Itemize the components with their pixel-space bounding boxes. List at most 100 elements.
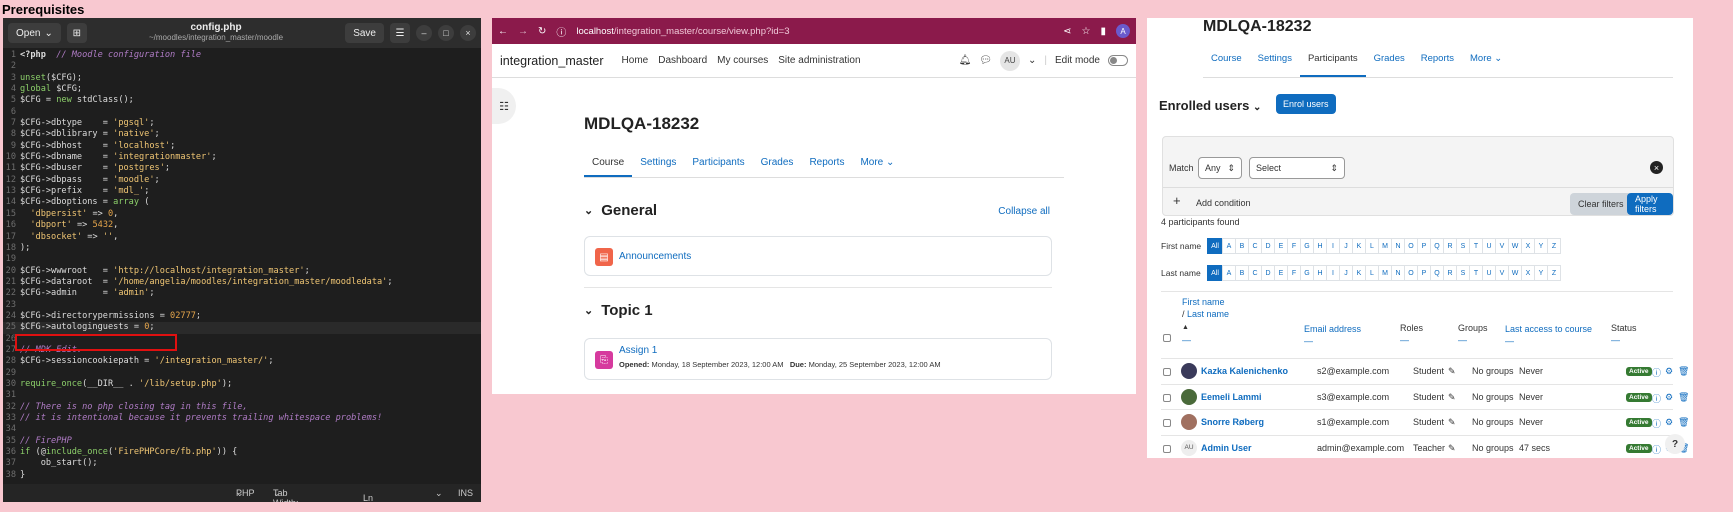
initial-letter[interactable]: J <box>1339 238 1353 254</box>
initial-letter[interactable]: N <box>1391 265 1405 281</box>
initial-letter[interactable]: C <box>1248 265 1262 281</box>
row-checkbox[interactable] <box>1163 368 1171 376</box>
initial-letter[interactable]: I <box>1326 265 1340 281</box>
code-line[interactable]: 12 $CFG->dbpass = 'moodle'; <box>3 175 481 186</box>
code-line[interactable]: 8 $CFG->dblibrary = 'native'; <box>3 129 481 140</box>
code-line[interactable]: 7 $CFG->dbtype = 'pgsql'; <box>3 118 481 129</box>
tab-grades[interactable]: Grades <box>1366 48 1413 77</box>
tab-participants[interactable]: Participants <box>684 152 752 177</box>
initial-letter[interactable]: X <box>1521 238 1535 254</box>
plus-icon[interactable]: + <box>1173 193 1181 208</box>
initial-letter[interactable]: D <box>1261 265 1275 281</box>
nav-my-courses[interactable]: My courses <box>717 55 768 66</box>
code-line[interactable]: 24 $CFG->directorypermissions = 02777; <box>3 311 481 322</box>
section-general[interactable]: ⌄ General <box>584 202 657 219</box>
code-area[interactable]: 1 <?php // Moodle configuration file 2 3 uns… <box>3 48 481 484</box>
code-line[interactable]: 9 $CFG->dbhost = 'localhost'; <box>3 141 481 152</box>
clear-filters-button[interactable]: Clear filters <box>1570 193 1632 215</box>
email-column-header[interactable]: Email address — <box>1304 323 1361 347</box>
initial-letter[interactable]: F <box>1287 265 1301 281</box>
code-line[interactable]: 17 'dbsocket' => '', <box>3 232 481 243</box>
chat-icon[interactable]: 💬︎ <box>979 55 992 66</box>
trash-icon[interactable]: 🗑︎ <box>1678 392 1689 403</box>
code-line[interactable]: 31 <box>3 390 481 401</box>
initial-letter[interactable]: Y <box>1534 238 1548 254</box>
pencil-icon[interactable]: ✎ <box>1448 366 1456 377</box>
code-line[interactable]: 33 // it is intentional because it preven… <box>3 413 481 424</box>
code-line[interactable]: 22 $CFG->admin = 'admin'; <box>3 288 481 299</box>
trash-icon[interactable]: 🗑︎ <box>1678 366 1689 377</box>
initial-letter[interactable]: R <box>1443 265 1457 281</box>
code-line[interactable]: 6 <box>3 107 481 118</box>
initial-letter[interactable]: H <box>1313 238 1327 254</box>
bell-icon[interactable]: 🔔︎ <box>959 55 972 66</box>
nav-site-administration[interactable]: Site administration <box>778 55 860 66</box>
tab-grades[interactable]: Grades <box>753 152 802 177</box>
code-line[interactable]: 14 $CFG->dboptions = array ( <box>3 197 481 208</box>
pencil-icon[interactable]: ✎ <box>1448 443 1456 454</box>
initial-letter[interactable]: A <box>1222 265 1236 281</box>
initial-all[interactable]: All <box>1207 238 1223 254</box>
filter-type-select[interactable]: Select ⇕ <box>1249 157 1345 179</box>
tab-course[interactable]: Course <box>584 152 633 177</box>
participant-name-link[interactable]: Admin User <box>1201 443 1252 453</box>
profile-avatar[interactable]: A <box>1116 24 1130 38</box>
reload-icon[interactable]: ↻ <box>538 26 546 37</box>
initial-letter[interactable]: D <box>1261 238 1275 254</box>
close-icon[interactable]: × <box>460 25 476 41</box>
code-line[interactable]: 5 $CFG = new stdClass(); <box>3 95 481 106</box>
initial-letter[interactable]: S <box>1456 265 1470 281</box>
url-bar[interactable]: localhost/integration_master/course/view… <box>576 26 1053 37</box>
course-index-icon[interactable]: ☷ <box>492 88 516 124</box>
code-line[interactable]: 13 $CFG->prefix = 'mdl_'; <box>3 186 481 197</box>
tab-more[interactable]: More ⌄ <box>852 152 902 177</box>
nav-home[interactable]: Home <box>622 55 649 66</box>
row-checkbox[interactable] <box>1163 419 1171 427</box>
add-condition-link[interactable]: Add condition <box>1196 198 1251 208</box>
code-line[interactable]: 23 <box>3 300 481 311</box>
initial-letter[interactable]: M <box>1378 265 1392 281</box>
initial-letter[interactable]: R <box>1443 238 1457 254</box>
chevron-down-icon[interactable]: ⌄ <box>1028 55 1036 66</box>
row-checkbox[interactable] <box>1163 444 1171 453</box>
initial-letter[interactable]: S <box>1456 238 1470 254</box>
initial-letter[interactable]: T <box>1469 238 1483 254</box>
code-line[interactable]: 10 $CFG->dbname = 'integrationmaster'; <box>3 152 481 163</box>
announcements-link[interactable]: Announcements <box>619 251 691 262</box>
minimize-icon[interactable]: – <box>416 25 432 41</box>
gear-icon[interactable]: ⚙ <box>1665 366 1673 377</box>
initial-letter[interactable]: P <box>1417 238 1431 254</box>
gear-icon[interactable]: ⚙ <box>1665 392 1673 403</box>
tab-reports[interactable]: Reports <box>1413 48 1462 77</box>
select-all-checkbox[interactable] <box>1163 334 1171 342</box>
code-line[interactable]: 34 <box>3 424 481 435</box>
save-button[interactable]: Save <box>345 23 384 43</box>
apply-filters-button[interactable]: Apply filters <box>1627 193 1673 215</box>
initial-letter[interactable]: P <box>1417 265 1431 281</box>
help-icon[interactable]: ? <box>1665 434 1685 454</box>
code-line[interactable]: 29 <box>3 368 481 379</box>
initial-letter[interactable]: Z <box>1547 265 1561 281</box>
code-line[interactable]: 19 <box>3 254 481 265</box>
sort-first-name-link[interactable]: First name <box>1182 297 1225 307</box>
edit-mode-toggle[interactable] <box>1108 55 1128 66</box>
enrol-users-button[interactable]: Enrol users <box>1276 94 1336 114</box>
code-line[interactable]: 3 unset($CFG); <box>3 73 481 84</box>
initial-letter[interactable]: B <box>1235 238 1249 254</box>
site-name[interactable]: integration_master <box>500 54 604 68</box>
initial-letter[interactable]: W <box>1508 265 1522 281</box>
section-topic-1[interactable]: ⌄ Topic 1 <box>584 302 653 319</box>
code-line[interactable]: 25 $CFG->autologinguests = 0; <box>3 322 481 334</box>
tab-course[interactable]: Course <box>1203 48 1250 77</box>
initial-letter[interactable]: Q <box>1430 238 1444 254</box>
code-line[interactable]: 20 $CFG->wwwroot = 'http://localhost/inte… <box>3 266 481 277</box>
open-button[interactable]: Open ⌄ <box>8 23 61 43</box>
initial-letter[interactable]: X <box>1521 265 1535 281</box>
initial-letter[interactable]: K <box>1352 265 1366 281</box>
maximize-icon[interactable]: □ <box>438 25 454 41</box>
initial-letter[interactable]: G <box>1300 265 1314 281</box>
match-select[interactable]: Any ⇕ <box>1198 157 1242 179</box>
enrolled-users-menu[interactable]: Enrolled users ⌄ <box>1159 98 1261 113</box>
pencil-icon[interactable]: ✎ <box>1448 417 1456 428</box>
code-line[interactable]: 21 $CFG->dataroot = '/home/angelia/moodle… <box>3 277 481 288</box>
